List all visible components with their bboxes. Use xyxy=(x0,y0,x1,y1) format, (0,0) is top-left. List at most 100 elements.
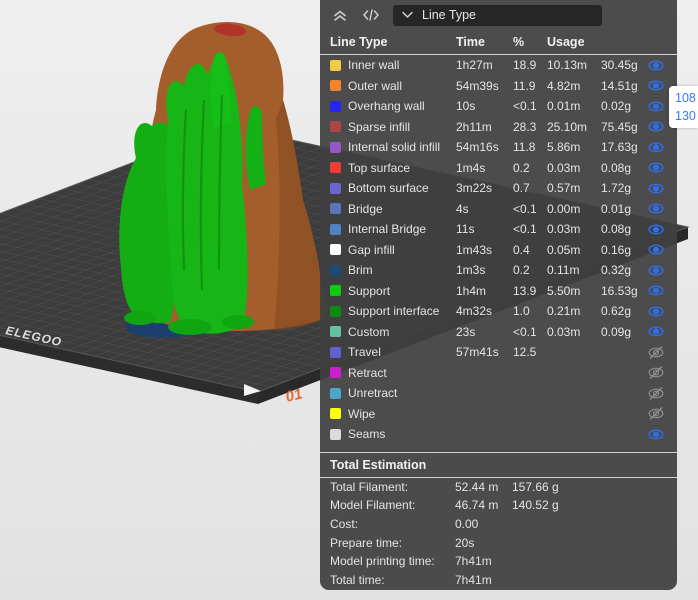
usage-weight-value: 0.16g xyxy=(601,242,632,257)
percent-value: <0.1 xyxy=(513,99,537,114)
line-type-color-swatch xyxy=(330,80,341,92)
eye-visible-icon xyxy=(648,224,664,235)
percent-value: 12.5 xyxy=(513,345,537,360)
percent-value: <0.1 xyxy=(513,222,537,237)
visibility-toggle[interactable] xyxy=(648,140,664,155)
usage-length-value: 5.86m xyxy=(547,140,581,155)
total-estimation-title: Total Estimation xyxy=(320,453,677,478)
eye-hidden-icon xyxy=(648,407,664,421)
line-type-color-swatch xyxy=(330,326,341,338)
usage-weight-value: 14.51g xyxy=(601,78,638,93)
total-label: Model printing time: xyxy=(330,554,435,569)
percent-value: 11.9 xyxy=(513,78,536,93)
line-type-color-swatch xyxy=(330,59,341,71)
visibility-toggle[interactable] xyxy=(648,58,664,73)
table-row: Internal solid infill 54m16s 11.8 5.86m … xyxy=(320,137,677,158)
visibility-toggle[interactable] xyxy=(648,304,664,319)
time-value: 11s xyxy=(456,222,475,237)
eye-hidden-icon xyxy=(648,345,664,359)
line-type-label: Custom xyxy=(348,324,390,339)
line-type-label: Sparse infill xyxy=(348,119,411,134)
line-type-label: Internal solid infill xyxy=(348,140,441,155)
header-line-type: Line Type xyxy=(330,35,388,49)
line-type-label: Wipe xyxy=(348,406,376,421)
time-value: 23s xyxy=(456,324,476,339)
table-row: Bridge 4s <0.1 0.00m 0.01g xyxy=(320,199,677,220)
line-type-color-swatch xyxy=(330,100,341,112)
percent-value: 0.4 xyxy=(513,242,530,257)
line-type-color-swatch xyxy=(330,367,341,379)
eye-hidden-icon xyxy=(648,386,664,400)
percent-value: 18.9 xyxy=(513,58,537,73)
eye-visible-icon xyxy=(648,142,664,153)
usage-length-value: 0.11m xyxy=(547,263,580,278)
total-label: Total time: xyxy=(330,572,385,587)
percent-value: 1.0 xyxy=(513,304,530,319)
table-row: Inner wall 1h27m 18.9 10.13m 30.45g xyxy=(320,55,677,76)
visibility-toggle[interactable] xyxy=(648,324,664,339)
time-value: 54m39s xyxy=(456,78,499,93)
visibility-toggle[interactable] xyxy=(648,365,664,380)
usage-weight-value: 16.53g xyxy=(601,283,638,298)
line-type-color-swatch xyxy=(330,387,341,399)
time-value: 1h27m xyxy=(456,58,493,73)
percent-value: 11.8 xyxy=(513,140,536,155)
usage-weight-value: 30.45g xyxy=(601,58,638,73)
gcode-view-button[interactable] xyxy=(362,6,380,24)
line-type-label: Seams xyxy=(348,427,386,442)
line-type-label: Internal Bridge xyxy=(348,222,427,237)
visibility-toggle[interactable] xyxy=(648,181,664,196)
table-row: Outer wall 54m39s 11.9 4.82m 14.51g xyxy=(320,76,677,97)
visibility-toggle[interactable] xyxy=(648,99,664,114)
usage-length-value: 4.82m xyxy=(547,78,581,93)
table-row: Unretract xyxy=(320,383,677,404)
visibility-toggle[interactable] xyxy=(648,427,664,442)
visibility-toggle[interactable] xyxy=(648,222,664,237)
visibility-toggle[interactable] xyxy=(648,78,664,93)
line-type-label: Bottom surface xyxy=(348,181,429,196)
line-type-color-swatch xyxy=(330,182,341,194)
percent-value: 0.2 xyxy=(513,160,530,175)
usage-length-value: 0.00m xyxy=(547,201,581,216)
eye-hidden-icon xyxy=(648,366,664,380)
visibility-toggle[interactable] xyxy=(648,201,664,216)
time-value: 57m41s xyxy=(456,345,499,360)
usage-length-value: 10.13m xyxy=(547,58,588,73)
visibility-toggle[interactable] xyxy=(648,283,664,298)
line-type-color-swatch xyxy=(330,141,341,153)
layer-range-top: 108 xyxy=(675,91,696,105)
view-type-dropdown[interactable]: Line Type xyxy=(393,4,602,26)
eye-visible-icon xyxy=(648,429,664,440)
visibility-toggle[interactable] xyxy=(648,119,664,134)
table-row: Internal Bridge 11s <0.1 0.03m 0.08g xyxy=(320,219,677,240)
visibility-toggle[interactable] xyxy=(648,263,664,278)
total-label: Cost: xyxy=(330,516,359,531)
line-type-label: Travel xyxy=(348,345,381,360)
visibility-toggle[interactable] xyxy=(648,386,664,401)
usage-weight-value: 0.32g xyxy=(601,263,632,278)
total-value-1: 20s xyxy=(455,535,475,550)
line-type-label: Inner wall xyxy=(348,58,400,73)
line-type-label: Unretract xyxy=(348,386,398,401)
usage-length-value: 0.03m xyxy=(547,222,581,237)
total-row: Prepare time: 20s xyxy=(320,533,677,552)
visibility-toggle[interactable] xyxy=(648,242,664,257)
table-row: Bottom surface 3m22s 0.7 0.57m 1.72g xyxy=(320,178,677,199)
table-row: Brim 1m3s 0.2 0.11m 0.32g xyxy=(320,260,677,281)
collapse-panel-button[interactable] xyxy=(331,6,349,24)
layer-range-bottom: 130 xyxy=(675,109,696,124)
visibility-toggle[interactable] xyxy=(648,406,664,421)
visibility-toggle[interactable] xyxy=(648,345,664,360)
table-row: Custom 23s <0.1 0.03m 0.09g xyxy=(320,322,677,343)
total-value-1: 7h41m xyxy=(455,572,492,587)
usage-weight-value: 0.01g xyxy=(601,201,632,216)
total-value-1: 52.44 m xyxy=(455,479,499,494)
table-row: Gap infill 1m43s 0.4 0.05m 0.16g xyxy=(320,240,677,261)
total-value-2: 157.66 g xyxy=(512,479,559,494)
line-type-color-swatch xyxy=(330,305,341,317)
total-label: Model Filament: xyxy=(330,498,416,513)
line-type-color-swatch xyxy=(330,203,341,215)
table-row: Wipe xyxy=(320,404,677,425)
visibility-toggle[interactable] xyxy=(648,160,664,175)
usage-weight-value: 0.62g xyxy=(601,304,632,319)
